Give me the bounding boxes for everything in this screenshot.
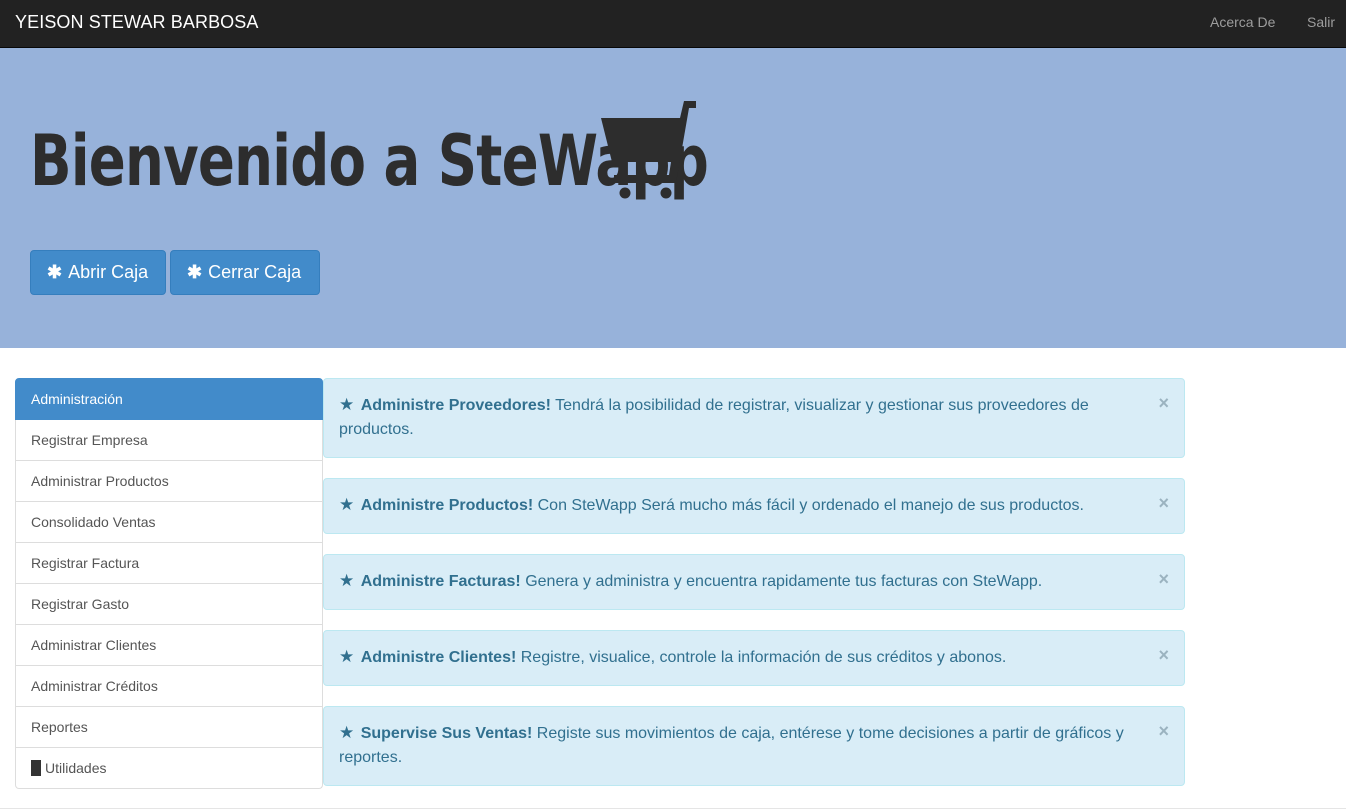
alert-clientes: ★ Administre Clientes! Registre, visuali… <box>323 630 1185 686</box>
sidebar-item-label: Utilidades <box>45 760 107 776</box>
sidebar-item-utilidades[interactable]: Utilidades <box>15 748 323 789</box>
sidebar-menu: Administración Registrar Empresa Adminis… <box>15 378 323 789</box>
alert-facturas: ★ Administre Facturas! Genera y administ… <box>323 554 1185 610</box>
footer-divider <box>0 808 1346 809</box>
nav-about-link[interactable]: Acerca De <box>1210 14 1275 30</box>
close-icon[interactable]: × <box>1158 719 1169 743</box>
nav-logout-link[interactable]: Salir <box>1307 14 1335 30</box>
open-register-label: Abrir Caja <box>68 262 149 282</box>
asterisk-icon: ✱ <box>47 262 63 282</box>
alert-text: Registre, visualice, controle la informa… <box>516 649 1007 666</box>
top-navbar: YEISON STEWAR BARBOSA Acerca De Salir <box>0 0 1346 48</box>
close-icon[interactable]: × <box>1158 391 1169 415</box>
sidebar-item-registrar-factura[interactable]: Registrar Factura <box>15 543 323 584</box>
sidebar-item-administrar-creditos[interactable]: Administrar Créditos <box>15 666 323 707</box>
close-icon[interactable]: × <box>1158 567 1169 591</box>
alert-proveedores: ★ Administre Proveedores! Tendrá la posi… <box>323 378 1185 458</box>
close-icon[interactable]: × <box>1158 491 1169 515</box>
alert-title: Administre Clientes! <box>360 649 517 666</box>
alert-title: Administre Proveedores! <box>360 397 551 414</box>
sidebar-item-consolidado-ventas[interactable]: Consolidado Ventas <box>15 502 323 543</box>
sidebar-item-reportes[interactable]: Reportes <box>15 707 323 748</box>
sidebar-item-registrar-gasto[interactable]: Registrar Gasto <box>15 584 323 625</box>
brand-name[interactable]: YEISON STEWAR BARBOSA <box>15 12 258 33</box>
asterisk-icon: ✱ <box>187 262 203 282</box>
open-register-button[interactable]: ✱ Abrir Caja <box>30 250 166 295</box>
close-register-label: Cerrar Caja <box>208 262 302 282</box>
alert-title: Administre Productos! <box>360 497 534 514</box>
sidebar-item-registrar-empresa[interactable]: Registrar Empresa <box>15 420 323 461</box>
star-icon: ★ <box>339 495 355 514</box>
close-register-button[interactable]: ✱ Cerrar Caja <box>170 250 320 295</box>
alert-productos: ★ Administre Productos! Con SteWapp Será… <box>323 478 1185 534</box>
welcome-jumbotron: Bienvenido a SteWapp ✱ Abrir Caja ✱ Cerr… <box>0 48 1346 348</box>
shopping-cart-icon <box>601 101 696 199</box>
alert-text: Genera y administra y encuentra rapidame… <box>520 573 1043 590</box>
close-icon[interactable]: × <box>1158 643 1169 667</box>
star-icon: ★ <box>339 571 355 590</box>
star-icon: ★ <box>339 723 355 742</box>
alert-text: Con SteWapp Será mucho más fácil y orden… <box>533 497 1084 514</box>
bar-icon <box>31 760 41 776</box>
alert-title: Supervise Sus Ventas! <box>360 725 533 742</box>
star-icon: ★ <box>339 395 355 414</box>
sidebar-item-administracion[interactable]: Administración <box>15 378 323 420</box>
alert-title: Administre Facturas! <box>360 573 521 590</box>
star-icon: ★ <box>339 647 355 666</box>
sidebar-item-administrar-clientes[interactable]: Administrar Clientes <box>15 625 323 666</box>
sidebar-item-administrar-productos[interactable]: Administrar Productos <box>15 461 323 502</box>
alert-ventas: ★ Supervise Sus Ventas! Registe sus movi… <box>323 706 1185 786</box>
